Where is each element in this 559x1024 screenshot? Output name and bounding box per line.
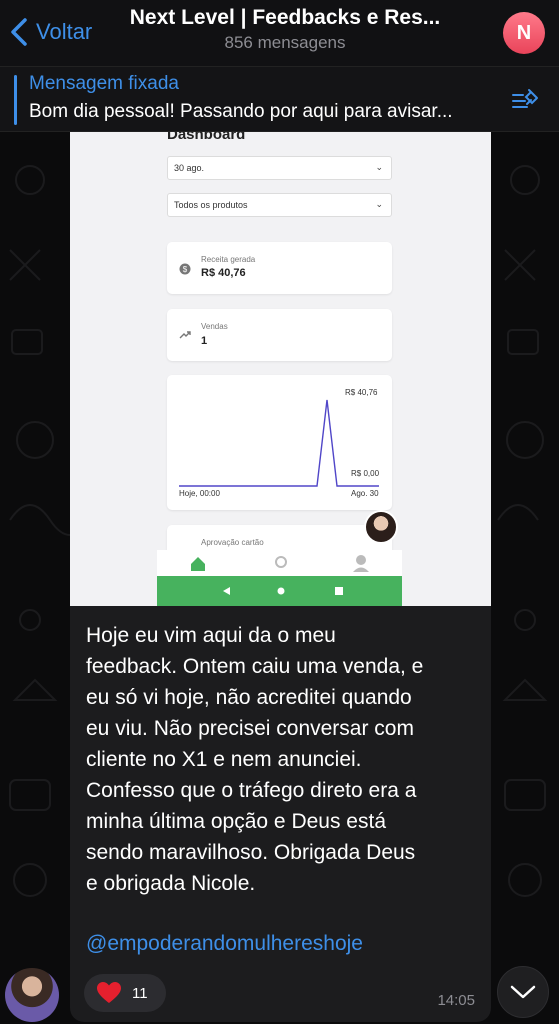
pin-list-icon[interactable] [511, 87, 541, 113]
chevron-left-icon [11, 18, 27, 46]
sales-label: Vendas [201, 322, 228, 331]
floating-avatar [364, 510, 398, 544]
approval-label: Aprovação cartão [201, 538, 264, 547]
home-icon [191, 557, 205, 571]
trend-up-icon [179, 331, 191, 339]
message-bubble[interactable]: Dashboard 30 ago. ⌄ Todos os produtos ⌄ … [70, 132, 491, 1022]
search-icon [275, 556, 287, 568]
revenue-card: $ Receita gerada R$ 40,76 [167, 242, 392, 294]
revenue-line [179, 399, 379, 487]
chevron-down-icon: ⌄ [375, 162, 383, 172]
message-time: 14:05 [437, 992, 475, 1009]
chart-start-label: Hoje, 00:00 [179, 489, 220, 498]
chat-title: Next Level | Feedbacks e Res... [129, 6, 441, 29]
profile-icon [356, 555, 366, 565]
mention-link[interactable]: @empoderandomulhereshoje [86, 932, 363, 956]
sales-card: Vendas 1 [167, 309, 392, 361]
message-count: 856 mensagens [224, 33, 346, 52]
chat-header: Voltar Next Level | Feedbacks e Res... 8… [0, 0, 559, 66]
pinned-message-bar[interactable]: Mensagem fixada Bom dia pessoal! Passand… [0, 66, 559, 132]
product-select: Todos os produtos ⌄ [167, 193, 392, 217]
group-avatar[interactable]: N [503, 12, 545, 54]
sender-avatar[interactable] [5, 968, 59, 1022]
sales-value: 1 [201, 335, 208, 347]
reaction-count: 11 [132, 984, 148, 1002]
pinned-preview: Bom dia pessoal! Passando por aqui para … [29, 101, 453, 122]
date-select: 30 ago. ⌄ [167, 156, 392, 180]
revenue-label: Receita gerada [201, 255, 256, 264]
chart-max-label: R$ 40,76 [345, 388, 378, 397]
chevron-down-icon [510, 985, 536, 999]
date-select-value: 30 ago. [174, 163, 205, 173]
back-button[interactable]: Voltar [8, 12, 92, 52]
back-label: Voltar [36, 19, 93, 44]
svg-text:$: $ [183, 265, 188, 274]
heart-icon [97, 982, 121, 1003]
dashboard-title: Dashboard [167, 132, 246, 143]
chart-end-label: Ago. 30 [351, 489, 379, 498]
app-bottom-nav [157, 550, 402, 576]
revenue-line-chart: R$ 40,76 R$ 0,00 Hoje, 00:00 Ago. 30 [179, 388, 380, 498]
heart-reaction[interactable]: 11 [84, 974, 166, 1012]
scroll-down-button[interactable] [497, 966, 549, 1018]
android-home-icon [277, 587, 285, 595]
product-select-value: Todos os produtos [174, 200, 248, 210]
pinned-title: Mensagem fixada [29, 73, 179, 94]
chevron-down-icon: ⌄ [375, 199, 383, 209]
android-recents-icon [335, 587, 343, 595]
attached-screenshot[interactable]: Dashboard 30 ago. ⌄ Todos os produtos ⌄ … [70, 132, 491, 606]
coin-icon: $ [179, 263, 191, 275]
revenue-chart-card: R$ 40,76 R$ 0,00 Hoje, 00:00 Ago. 30 [167, 375, 392, 510]
revenue-value: R$ 40,76 [201, 267, 246, 279]
message-text: Hoje eu vim aqui da o meu feedback. Onte… [86, 624, 424, 895]
chart-min-label: R$ 0,00 [351, 469, 380, 478]
chat-title-area[interactable]: Next Level | Feedbacks e Res... 856 mens… [100, 6, 470, 53]
android-nav-bar [157, 576, 402, 606]
android-back-icon [223, 587, 230, 595]
pinned-indicator [14, 75, 17, 125]
